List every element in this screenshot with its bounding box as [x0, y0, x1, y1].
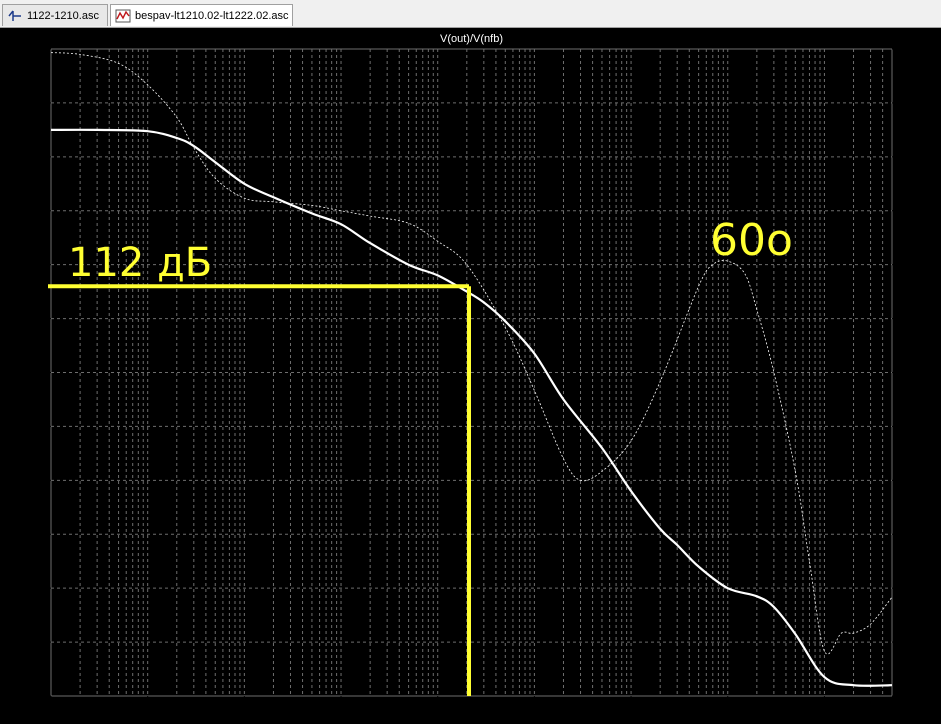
y-right-tick-label: -150°: [900, 637, 926, 649]
y-left-tick-label: 100dB: [13, 314, 45, 326]
y-left-tick-label: 0dB: [25, 583, 45, 595]
x-tick-label: 100KHz: [515, 709, 554, 721]
x-tick-label: 100MHz: [804, 709, 845, 721]
y-left-tick-label: 60dB: [19, 421, 45, 433]
gain-label: 112 дБ: [68, 240, 212, 286]
y-left-tick-label: 40dB: [19, 475, 45, 487]
y-right-tick-label: 180°: [900, 44, 923, 56]
y-right-tick-label: 30°: [900, 314, 917, 326]
x-tick-label: 1Hz: [41, 709, 61, 721]
y-right-tick-label: 60°: [900, 260, 917, 272]
tab-waveform-label: bespav-lt1210.02-lt1222.02.asc: [135, 9, 289, 22]
y-left-tick-label: 200dB: [13, 44, 45, 56]
x-tick-label: 10MHz: [710, 709, 745, 721]
phase-margin-label: 60о: [710, 215, 793, 266]
tab-waveform[interactable]: bespav-lt1210.02-lt1222.02.asc: [110, 4, 293, 26]
y-left-tick-label: -20dB: [16, 637, 45, 649]
y-right-tick-label: -90°: [900, 529, 920, 541]
schematic-icon: [8, 10, 21, 21]
y-left-tick-label: -40dB: [16, 691, 45, 703]
x-tick-label: 10KHz: [421, 709, 454, 721]
x-tick-label: 100Hz: [228, 709, 260, 721]
y-right-tick-label: 150°: [900, 98, 923, 110]
x-tick-label: 10Hz: [135, 709, 161, 721]
y-right-tick-label: -120°: [900, 583, 926, 595]
y-right-tick-label: -180°: [900, 691, 926, 703]
y-left-tick-label: 140dB: [13, 206, 45, 218]
y-left-tick-label: 80dB: [19, 368, 45, 380]
x-tick-label: 1KHz: [328, 709, 355, 721]
y-left-tick-label: 160dB: [13, 152, 45, 164]
waveform-icon: [115, 9, 131, 22]
y-right-tick-label: 0°: [900, 368, 911, 380]
y-left-tick-label: 120dB: [13, 260, 45, 272]
y-right-tick-label: 120°: [900, 152, 923, 164]
x-tick-label: 1MHz: [617, 709, 646, 721]
y-right-tick-label: 90°: [900, 206, 917, 218]
y-right-tick-label: -30°: [900, 421, 920, 433]
chart-title: V(out)/V(nfb): [440, 33, 503, 45]
y-right-tick-label: -60°: [900, 475, 920, 487]
y-left-tick-label: 180dB: [13, 98, 45, 110]
tab-schematic-label: 1122-1210.asc: [27, 9, 99, 22]
tab-schematic[interactable]: 1122-1210.asc: [2, 4, 108, 26]
y-left-tick-label: 20dB: [19, 529, 45, 541]
bode-plot[interactable]: V(out)/V(nfb) -40dB -20dB 0dB 20dB 40dB 60dB 8…: [0, 28, 941, 724]
tab-bar: 1122-1210.asc bespav-lt1210.02-lt1222.02…: [0, 0, 941, 28]
